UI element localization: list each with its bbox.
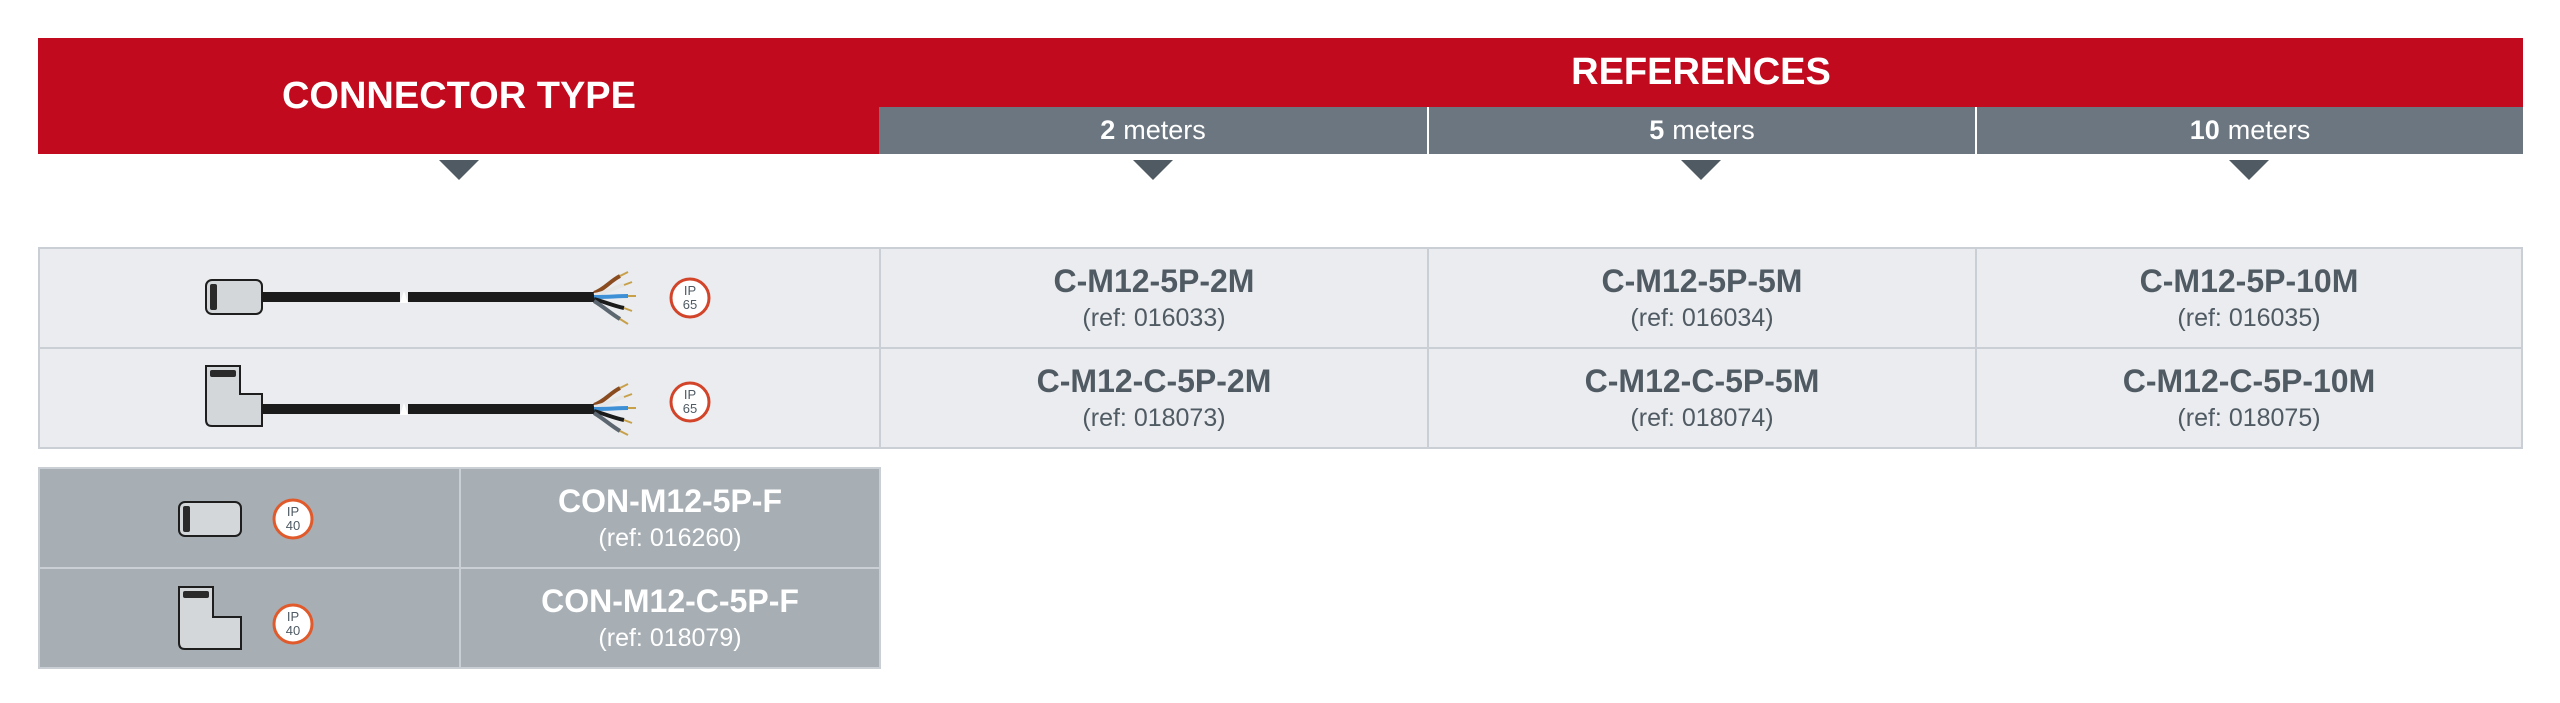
length-value: 10 <box>2189 115 2220 145</box>
references-header: REFERENCES <box>879 38 2523 107</box>
cable-ref-cell: C-M12-5P-10M (ref: 016035) <box>1975 247 2523 349</box>
product-ref: (ref: 016260) <box>598 524 742 552</box>
ip-rating: 65 <box>682 401 696 416</box>
product-code: C-M12-5P-2M <box>1053 263 1255 299</box>
straight-connector-icon: IP 40 <box>177 498 313 540</box>
length-value: 5 <box>1649 115 1665 145</box>
cable-ref-cell: C-M12-C-5P-2M (ref: 018073) <box>879 347 1429 449</box>
connector-type-arrow-icon <box>439 160 479 180</box>
ip-label: IP <box>286 504 298 519</box>
length-header-5m: 5 meters <box>1427 107 1975 154</box>
ip40-badge-icon: IP 40 <box>272 603 313 645</box>
length-10m-arrow-icon <box>2229 160 2269 180</box>
ip-label: IP <box>683 283 695 298</box>
connector-ref-cell: CON-M12-5P-F (ref: 016260) <box>459 467 881 569</box>
product-ref: (ref: 018075) <box>2177 404 2321 432</box>
length-unit: meters <box>2227 115 2311 145</box>
ip65-badge-icon: IP 65 <box>669 381 710 423</box>
ip-label: IP <box>683 387 695 402</box>
cable-row-angled-image-cell: IP 65 <box>38 347 881 449</box>
product-code: C-M12-C-5P-5M <box>1584 363 1820 399</box>
cable-ref-cell: C-M12-C-5P-5M (ref: 018074) <box>1427 347 1977 449</box>
angled-cable-icon: IP 65 <box>204 365 710 436</box>
connector-straight-image-cell: IP 40 <box>38 467 461 569</box>
product-ref: (ref: 016035) <box>2177 304 2321 332</box>
product-code: C-M12-C-5P-2M <box>1036 363 1272 399</box>
ip-label: IP <box>286 609 298 624</box>
product-code: C-M12-5P-5M <box>1601 263 1803 299</box>
product-code: C-M12-C-5P-10M <box>2122 363 2376 399</box>
product-ref: (ref: 018073) <box>1082 404 1226 432</box>
connector-type-title: CONNECTOR TYPE <box>281 74 636 117</box>
ip40-badge-icon: IP 40 <box>272 498 313 540</box>
connector-ref-cell: CON-M12-C-5P-F (ref: 018079) <box>459 567 881 669</box>
product-code: CON-M12-C-5P-F <box>541 583 799 619</box>
ip65-badge-icon: IP 65 <box>669 277 710 319</box>
cable-ref-cell: C-M12-5P-5M (ref: 016034) <box>1427 247 1977 349</box>
references-title: REFERENCES <box>1571 51 1831 93</box>
product-ref: (ref: 018074) <box>1630 404 1774 432</box>
length-header-2m: 2 meters <box>879 107 1427 154</box>
angled-connector-icon: IP 40 <box>177 586 313 650</box>
product-code: CON-M12-5P-F <box>557 483 782 519</box>
cable-ref-cell: C-M12-C-5P-10M (ref: 018075) <box>1975 347 2523 449</box>
cable-ref-cell: C-M12-5P-2M (ref: 016033) <box>879 247 1429 349</box>
connector-type-header: CONNECTOR TYPE <box>38 38 880 154</box>
product-ref: (ref: 016033) <box>1082 304 1226 332</box>
length-unit: meters <box>1672 115 1755 145</box>
connector-angled-image-cell: IP 40 <box>38 567 461 669</box>
length-header-10m: 10 meters <box>1975 107 2523 154</box>
length-unit: meters <box>1123 115 1206 145</box>
product-code: C-M12-5P-10M <box>2139 263 2359 299</box>
product-ref: (ref: 016034) <box>1630 304 1774 332</box>
length-5m-arrow-icon <box>1681 160 1721 180</box>
ip-rating: 65 <box>682 297 696 312</box>
ip-rating: 40 <box>285 623 299 638</box>
length-value: 2 <box>1100 115 1116 145</box>
cable-row-straight-image-cell: IP 65 <box>38 247 881 349</box>
length-2m-arrow-icon <box>1133 160 1173 180</box>
straight-cable-icon: IP 65 <box>204 271 710 325</box>
ip-rating: 40 <box>285 518 299 533</box>
product-ref: (ref: 018079) <box>598 624 742 652</box>
